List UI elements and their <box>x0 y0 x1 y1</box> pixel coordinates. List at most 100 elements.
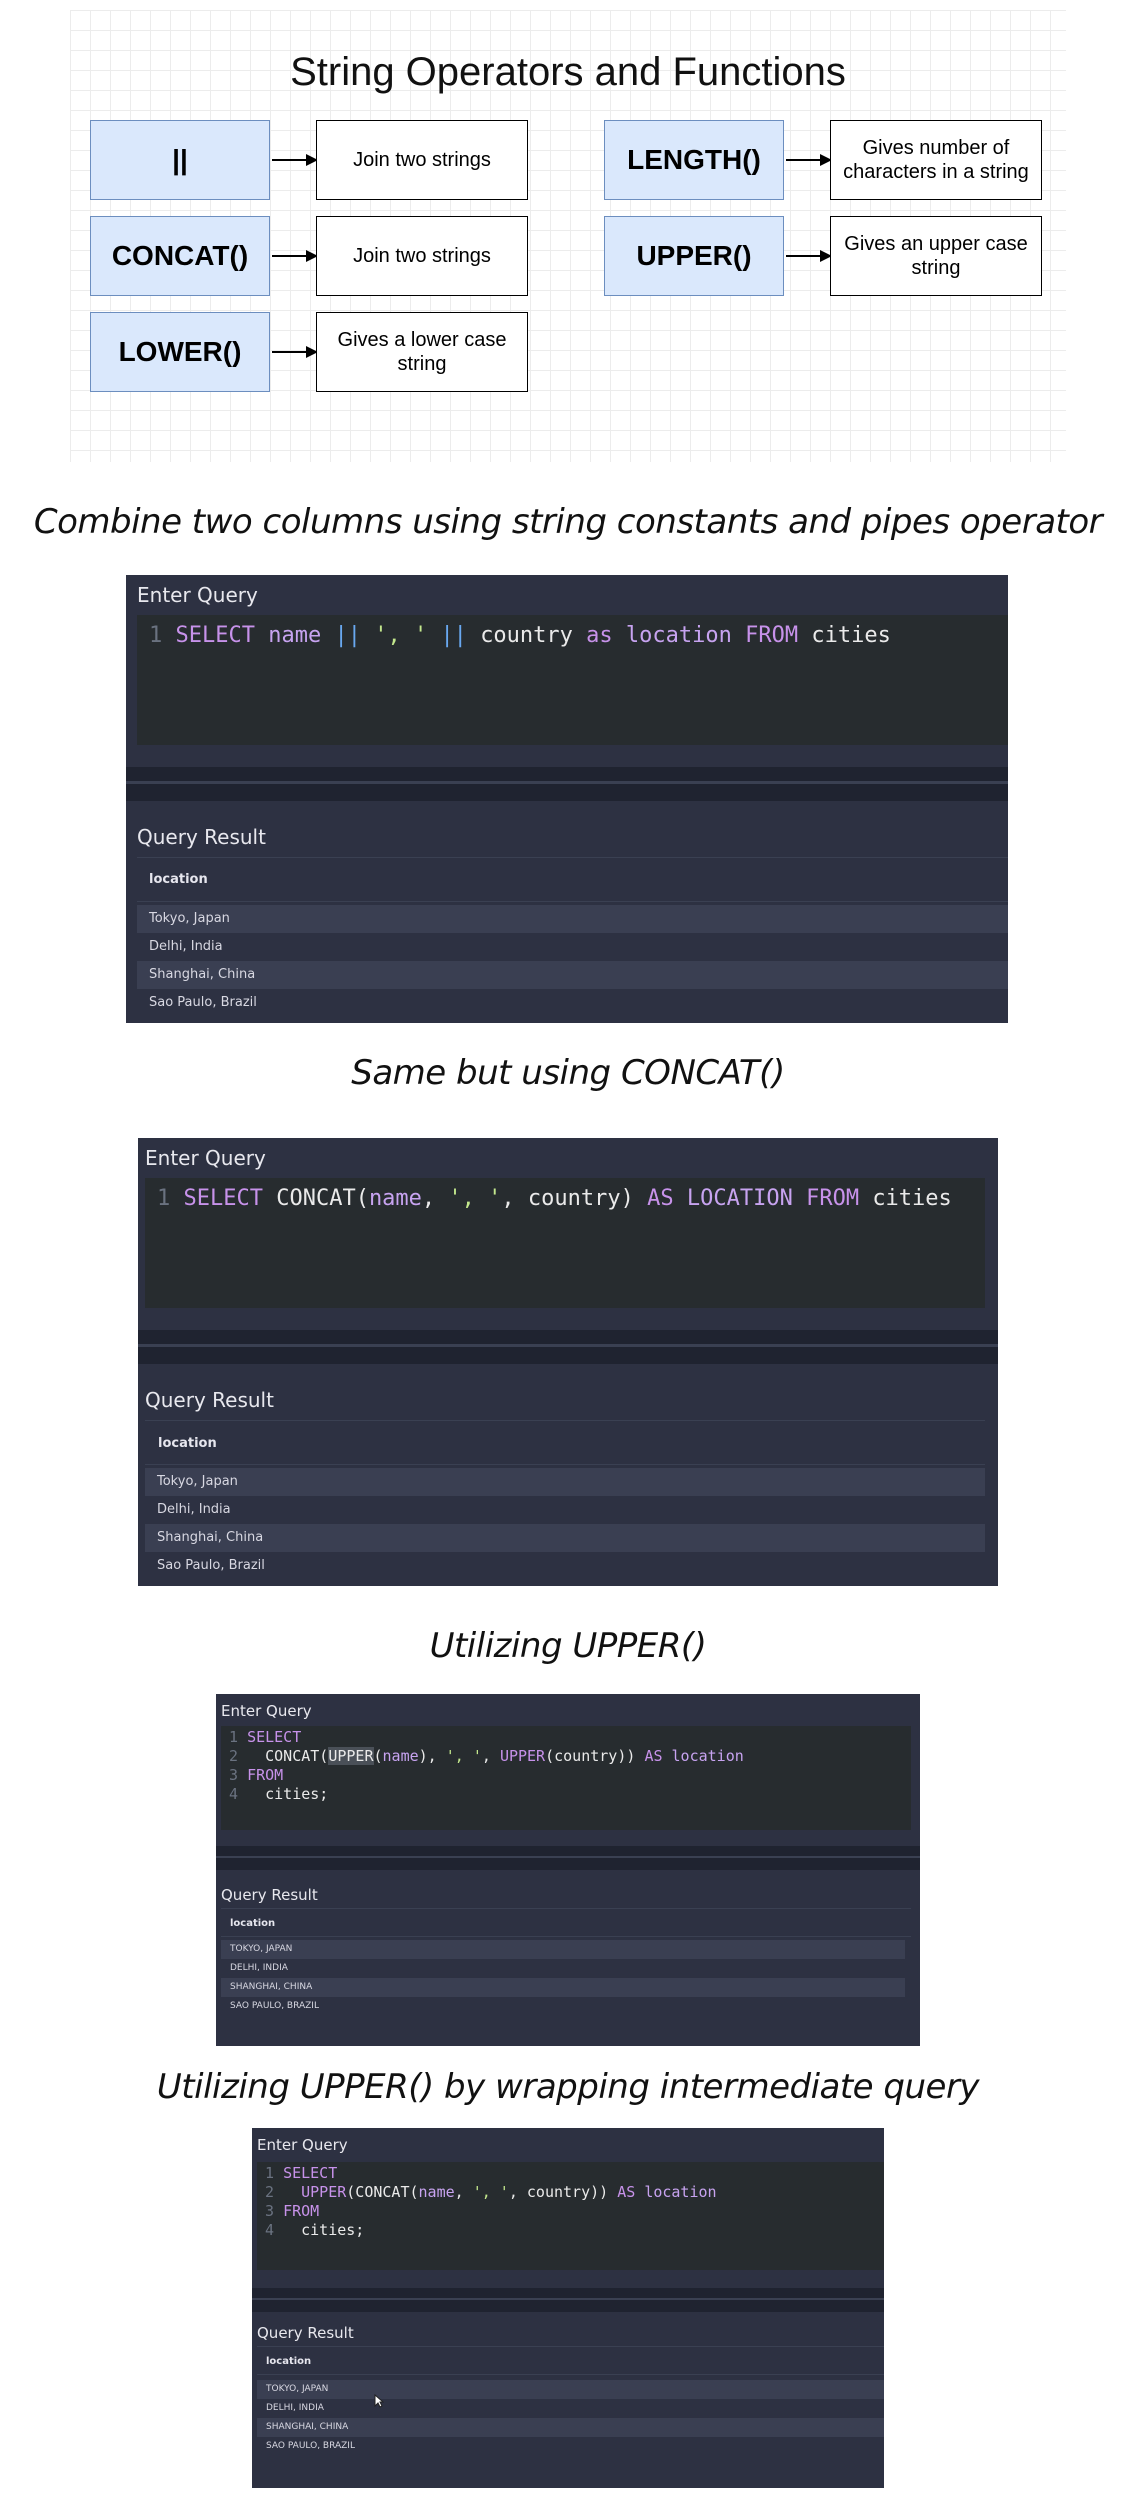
resize-splitter[interactable] <box>138 1330 998 1364</box>
section-heading: Same but using CONCAT() <box>351 1053 785 1093</box>
column-header: location <box>149 872 208 887</box>
code-token: ', ' <box>472 2183 509 2201</box>
divider <box>145 1464 985 1465</box>
code-token: ', ' <box>374 623 441 648</box>
resize-splitter[interactable] <box>252 2288 884 2312</box>
resize-splitter[interactable] <box>126 767 1008 801</box>
function-box-upper: UPPER() <box>604 216 784 296</box>
arrow-icon <box>272 154 318 166</box>
code-token: UPPER <box>328 1747 374 1765</box>
code-line: 4 cities; <box>229 1785 328 1804</box>
divider <box>145 1420 985 1421</box>
arrow-icon <box>272 346 318 358</box>
arrow-icon <box>786 250 832 262</box>
code-token: , country)) <box>508 2183 618 2201</box>
diagram-title: String Operators and Functions <box>290 50 846 94</box>
code-token: , <box>421 1186 449 1211</box>
query-editor[interactable]: 1 SELECT 2 CONCAT(UPPER(name), ', ', UPP… <box>221 1726 911 1830</box>
code-token: SELECT <box>247 1728 302 1746</box>
code-line: 1 SELECT name || ', ' || country as loca… <box>149 621 891 651</box>
code-token: CONCAT( <box>276 1186 369 1211</box>
table-row: Tokyo, Japan <box>145 1468 985 1496</box>
line-number: 3 <box>265 2202 275 2220</box>
code-token: (CONCAT( <box>346 2183 419 2201</box>
code-token: UPPER <box>499 1747 546 1765</box>
code-token: FROM <box>745 623 812 648</box>
line-number: 3 <box>229 1766 239 1784</box>
splitter-handle[interactable] <box>126 781 1008 784</box>
code-token: as <box>586 623 626 648</box>
code-token: SELECT <box>175 623 269 648</box>
table-row: SAO PAULO, BRAZIL <box>230 2001 319 2011</box>
function-box-concat: CONCAT() <box>90 216 270 296</box>
table-row: Delhi, India <box>157 1502 231 1517</box>
column-header: location <box>266 2356 312 2367</box>
description-box-lower: Gives a lower case string <box>316 312 528 392</box>
code-token: , <box>454 2183 473 2201</box>
code-token: country <box>480 623 587 648</box>
code-token: cities; <box>283 2221 365 2239</box>
sql-panel: Enter Query 1 SELECT 2 CONCAT(UPPER(name… <box>216 1694 920 2046</box>
line-number: 2 <box>229 1747 239 1765</box>
code-line: 2 CONCAT(UPPER(name), ', ', UPPER(countr… <box>229 1747 744 1766</box>
code-token: cities; <box>247 1785 329 1803</box>
query-editor[interactable]: 1 SELECT 2 UPPER(CONCAT(name, ', ', coun… <box>257 2162 884 2270</box>
resize-splitter[interactable] <box>216 1846 920 1870</box>
table-row: Sao Paulo, Brazil <box>149 995 257 1010</box>
divider <box>257 2346 884 2347</box>
query-result-label: Query Result <box>221 1886 318 1904</box>
line-number: 4 <box>229 1785 239 1803</box>
line-number: 1 <box>149 623 163 648</box>
code-token: location <box>671 1747 744 1765</box>
code-token: , <box>481 1747 500 1765</box>
code-token: ), <box>418 1747 446 1765</box>
description-box-length: Gives number of characters in a string <box>830 120 1042 200</box>
splitter-handle[interactable] <box>138 1344 998 1347</box>
table-row: TOKYO, JAPAN <box>257 2380 884 2399</box>
section-heading: Utilizing UPPER() by wrapping intermedia… <box>156 2067 980 2107</box>
sql-panel: Enter Query 1 SELECT CONCAT(name, ', ', … <box>138 1138 998 1586</box>
code-token: CONCAT( <box>247 1747 329 1765</box>
sql-panel: Enter Query 1 SELECT name || ', ' || cou… <box>126 575 1008 1023</box>
code-token: ', ' <box>448 1186 502 1211</box>
function-box-length: LENGTH() <box>604 120 784 200</box>
function-box-lower: LOWER() <box>90 312 270 392</box>
table-row: Shanghai, China <box>137 961 1008 989</box>
code-token: SELECT <box>283 2164 338 2182</box>
enter-query-label: Enter Query <box>257 2136 348 2154</box>
code-token: FROM <box>247 1766 284 1784</box>
splitter-handle[interactable] <box>252 2298 884 2300</box>
column-header: location <box>158 1436 217 1451</box>
table-row: SHANGHAI, CHINA <box>257 2418 884 2437</box>
code-token: name <box>268 623 335 648</box>
code-line: 4 cities; <box>265 2221 364 2240</box>
table-row: DELHI, INDIA <box>230 1963 288 1973</box>
sql-panel: Enter Query 1 SELECT 2 UPPER(CONCAT(name… <box>252 2128 884 2488</box>
code-token: cities <box>872 1186 952 1211</box>
table-row: TOKYO, JAPAN <box>221 1940 905 1959</box>
arrow-icon <box>272 250 318 262</box>
code-token: , country) <box>501 1186 648 1211</box>
code-token: location <box>625 623 746 648</box>
code-token: AS <box>644 1747 672 1765</box>
query-editor[interactable]: 1 SELECT CONCAT(name, ', ', country) AS … <box>145 1178 985 1308</box>
code-token: UPPER <box>301 2183 347 2201</box>
code-line: 1 SELECT <box>265 2164 337 2183</box>
code-token: ( <box>373 1747 383 1765</box>
table-row: SHANGHAI, CHINA <box>221 1978 905 1997</box>
divider <box>137 857 1008 858</box>
code-token: ', ' <box>445 1747 482 1765</box>
query-editor[interactable]: 1 SELECT name || ', ' || country as loca… <box>137 615 1008 745</box>
line-number: 1 <box>265 2164 275 2182</box>
code-token: AS <box>617 2183 645 2201</box>
description-box-pipes: Join two strings <box>316 120 528 200</box>
description-box-upper: Gives an upper case string <box>830 216 1042 296</box>
column-header: location <box>230 1918 276 1929</box>
code-token: location <box>644 2183 717 2201</box>
query-result-label: Query Result <box>137 825 266 849</box>
table-row: DELHI, INDIA <box>266 2403 324 2413</box>
splitter-handle[interactable] <box>216 1856 920 1858</box>
divider <box>257 2374 884 2375</box>
code-token: SELECT <box>183 1186 277 1211</box>
